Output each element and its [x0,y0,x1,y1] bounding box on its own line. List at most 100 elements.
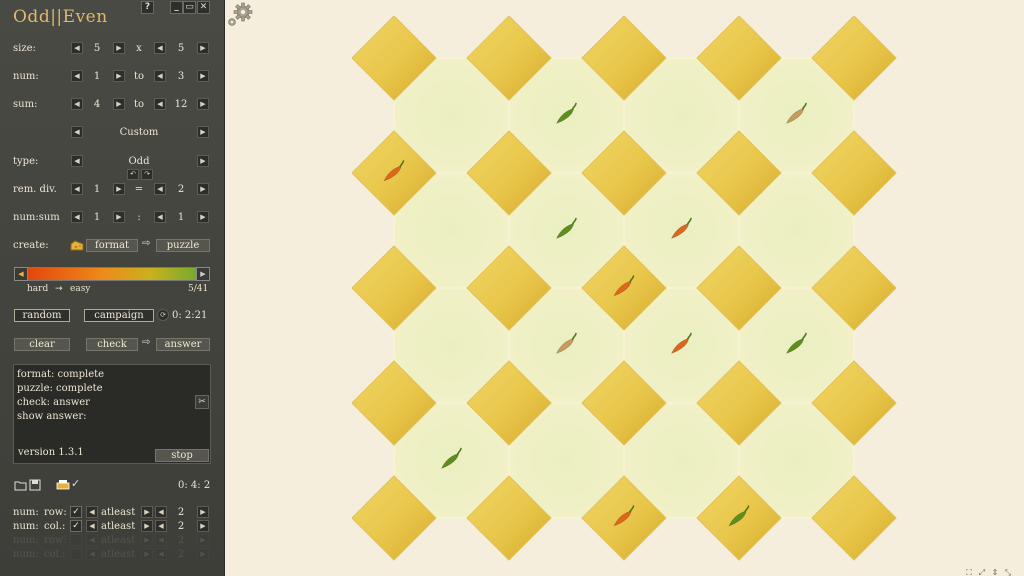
numsum-a-decrease-button[interactable]: ◀ [71,211,83,223]
constraint-mode-previous-button[interactable]: ◀ [86,548,98,560]
remdiv-b-increase-button[interactable]: ▶ [197,183,209,195]
redo-icon[interactable]: ↷ [141,169,153,180]
log-panel: format: complete puzzle: complete check:… [13,364,211,464]
constraint-checkbox[interactable]: ✓ [70,506,82,518]
slider-right-handle[interactable]: ▶ [196,267,210,281]
clear-button[interactable]: clear [14,338,70,351]
sum-separator: to [133,99,145,110]
preset-next-button[interactable]: ▶ [197,126,209,138]
format-button[interactable]: format [86,239,138,252]
constraint-mode-previous-button[interactable]: ◀ [86,520,98,532]
constraint-value: 2 [177,549,185,560]
constraint-value: 2 [177,521,185,532]
arrow-right-icon: ⇨ [142,337,151,348]
constraint-value-decrease-button[interactable]: ◀ [155,548,167,560]
printer-icon[interactable] [56,479,70,491]
numsum-b-decrease-button[interactable]: ◀ [154,211,166,223]
minimize-button[interactable]: _ [170,1,183,14]
resize-icon[interactable]: ⤡ [1002,568,1014,576]
difficulty-slider[interactable]: ◀ ▶ [14,267,210,281]
constraint-value-decrease-button[interactable]: ◀ [155,534,167,546]
close-button[interactable]: ✕ [197,1,210,14]
constraint-label: num: [13,507,39,518]
help-button[interactable]: ? [141,1,154,14]
scroll-icon[interactable]: ⇕ [989,568,1001,576]
constraint-mode-next-button[interactable]: ▶ [141,534,153,546]
constraint-value-decrease-button[interactable]: ◀ [155,506,167,518]
constraint-mode-next-button[interactable]: ▶ [141,520,153,532]
numsum-a-increase-button[interactable]: ▶ [113,211,125,223]
constraint-value-decrease-button[interactable]: ◀ [155,520,167,532]
undo-icon[interactable]: ↶ [127,169,139,180]
sum-b-decrease-button[interactable]: ◀ [154,98,166,110]
fit-icon[interactable]: ⤢ [976,568,988,576]
timer-secondary: 0: 4: 2 [178,480,211,491]
size-a-decrease-button[interactable]: ◀ [71,42,83,54]
constraint-mode-next-button[interactable]: ▶ [141,506,153,518]
puzzle-board[interactable] [352,16,898,562]
constraint-value-increase-button[interactable]: ▶ [197,520,209,532]
type-next-button[interactable]: ▶ [197,155,209,167]
sum-label: sum: [13,99,38,110]
sum-a-increase-button[interactable]: ▶ [113,98,125,110]
constraint-value-increase-button[interactable]: ▶ [197,506,209,518]
difficulty-hard-label: hard [27,284,49,294]
remdiv-a-increase-button[interactable]: ▶ [113,183,125,195]
campaign-button[interactable]: campaign [84,309,154,322]
constraint-value-increase-button[interactable]: ▶ [197,534,209,546]
constraint-sub-label: row: [44,535,67,546]
open-folder-icon[interactable] [14,479,27,491]
constraint-label: num: [13,549,39,560]
rem-div-label: rem. div. [13,184,57,195]
size-b-increase-button[interactable]: ▶ [197,42,209,54]
version-label: version 1.3.1 [18,447,84,458]
constraint-mode-previous-button[interactable]: ◀ [86,506,98,518]
constraint-mode: atleast [101,549,136,560]
num-a-increase-button[interactable]: ▶ [113,70,125,82]
constraint-mode-previous-button[interactable]: ◀ [86,534,98,546]
check-icon[interactable]: ✓ [71,477,80,490]
constraint-mode: atleast [101,507,136,518]
size-b-value: 5 [177,43,185,54]
sum-b-increase-button[interactable]: ▶ [197,98,209,110]
remdiv-b-decrease-button[interactable]: ◀ [154,183,166,195]
size-a-value: 5 [93,43,101,54]
num-b-increase-button[interactable]: ▶ [197,70,209,82]
control-panel: Odd||Even ? _ ▭ ✕ size: ◀ 5 ▶ x ◀ 5 ▶ nu… [0,0,225,576]
view-controls: ⛶ ⤢ ⇕ ⤡ [962,560,1018,576]
size-b-decrease-button[interactable]: ◀ [154,42,166,54]
type-label: type: [13,156,39,167]
save-icon[interactable] [29,479,41,491]
num-label: num: [13,71,39,82]
num-a-decrease-button[interactable]: ◀ [71,70,83,82]
constraint-mode-next-button[interactable]: ▶ [141,548,153,560]
remdiv-a-decrease-button[interactable]: ◀ [71,183,83,195]
num-b-decrease-button[interactable]: ◀ [154,70,166,82]
gear-icon[interactable] [226,2,254,28]
constraint-value-increase-button[interactable]: ▶ [197,548,209,560]
app-title: Odd||Even [13,7,108,27]
constraint-checkbox[interactable]: ✓ [70,520,82,532]
random-button[interactable]: random [14,309,70,322]
stop-button[interactable]: stop [155,449,209,462]
constraint-checkbox[interactable] [70,548,82,560]
slider-left-handle[interactable]: ◀ [14,267,28,281]
numsum-b-increase-button[interactable]: ▶ [197,211,209,223]
size-a-increase-button[interactable]: ▶ [113,42,125,54]
fullscreen-icon[interactable]: ⛶ [963,568,975,576]
cheese-icon[interactable] [70,239,84,252]
answer-button[interactable]: answer [156,338,210,351]
constraint-sub-label: col.: [44,549,66,560]
refresh-icon[interactable]: ⟳ [157,309,169,321]
constraint-label: num: [13,521,39,532]
numsum-a-value: 1 [93,212,101,223]
constraint-checkbox[interactable] [70,534,82,546]
size-label: size: [13,43,36,54]
check-button[interactable]: check [86,338,138,351]
sum-a-decrease-button[interactable]: ◀ [71,98,83,110]
restore-button[interactable]: ▭ [183,1,196,14]
numsum-separator: : [137,212,141,223]
scissors-icon[interactable]: ✂ [195,395,209,409]
puzzle-button[interactable]: puzzle [156,239,210,252]
remdiv-separator: = [134,184,144,195]
